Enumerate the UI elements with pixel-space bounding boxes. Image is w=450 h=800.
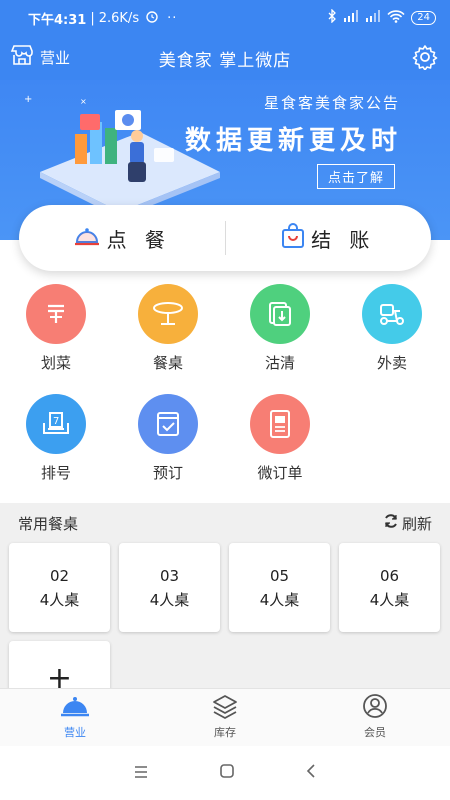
table-number: 06 [379,566,400,585]
queue-icon: 7 [26,394,86,454]
sold-out-icon [250,284,310,344]
svg-text:×: × [80,97,87,106]
cloche-icon [73,224,101,253]
grid-label-delivery: 外卖 [376,354,407,372]
status-icons: 24 [327,8,436,27]
banner-illustration: + × [24,94,220,218]
nav-item-inventory[interactable]: 库存 [150,689,300,746]
svg-text:7: 7 [53,416,59,427]
nav-item-member[interactable]: 会员 [300,689,450,746]
refresh-icon [383,513,399,533]
shopping-bag-icon [281,222,305,254]
home-icon[interactable] [219,763,235,784]
nav-label-inventory: 库存 [214,726,236,739]
cloche-nav-icon [60,693,90,722]
refresh-label: 刷新 [401,514,432,533]
scooter-icon [362,284,422,344]
signal-icon [343,10,359,26]
table-size: 4人桌 [259,590,300,609]
banner-headline: 数据更新更及时 [184,126,402,156]
grid-item-micro-order[interactable]: 微订单 [224,394,336,504]
battery-indicator: 24 [411,11,436,25]
wifi-icon [387,9,405,27]
status-time: 下午4:31 [28,12,87,28]
grid-label-queue: 排号 [40,464,71,482]
system-nav-bar [0,746,450,800]
layers-icon [211,693,239,722]
app-screen: 下午4:31 | 2.6K/s ·· 24 营业 美食家 掌上微店 + × 星食… [0,0,450,800]
grid-label-sold-out: 沽清 [264,354,295,372]
refresh-button[interactable]: 刷新 [383,513,432,534]
table-icon [138,284,198,344]
banner-learn-more-button[interactable]: 点击了解 [316,164,395,189]
nav-item-business[interactable]: 营业 [0,689,150,746]
order-button[interactable]: 点 餐 [19,224,225,253]
frequent-tables-header: 常用餐桌 刷新 [0,503,450,543]
grid-item-queue[interactable]: 7 排号 [0,394,112,504]
grid-item-reserve[interactable]: 预订 [112,394,224,504]
user-icon [362,693,388,722]
menu-icon[interactable] [133,763,149,784]
grid-item-sold-out[interactable]: 沽清 [224,284,336,394]
table-size: 4人桌 [39,590,80,609]
table-card-list: 02 4人桌 03 4人桌 05 4人桌 06 4人桌 [0,543,450,632]
frequent-tables-section: 常用餐桌 刷新 02 4人桌 03 4人桌 05 4人桌 06 4人桌 + [0,503,450,701]
grid-item-dish[interactable]: 划菜 [0,284,112,394]
table-card[interactable]: 06 4人桌 [339,543,440,632]
quick-action-card: 点 餐 结 账 [19,205,431,271]
table-size: 4人桌 [369,590,410,609]
business-button[interactable]: 营业 [10,44,70,70]
grid-row: 划菜 餐桌 沽清 外卖 [0,284,450,394]
table-card[interactable]: 02 4人桌 [9,543,110,632]
status-bar: 下午4:31 | 2.6K/s ·· 24 [0,0,450,36]
bluetooth-icon [327,8,337,27]
settings-button[interactable] [412,44,438,74]
gear-icon [412,45,438,74]
banner-subtitle: 星食客美食家公告 [263,94,400,112]
checkout-button[interactable]: 结 账 [226,222,432,254]
app-header: 营业 美食家 掌上微店 [0,36,450,80]
nav-label-business: 营业 [64,726,86,739]
table-card[interactable]: 05 4人桌 [229,543,330,632]
grid-label-reserve: 预订 [152,464,183,482]
order-label: 点 餐 [106,227,171,252]
function-grid: 划菜 餐桌 沽清 外卖 7 排号 预订 微订单 [0,284,450,504]
grid-label-micro-order: 微订单 [257,464,303,482]
table-number: 03 [159,566,180,585]
reserve-icon [138,394,198,454]
table-number: 02 [49,566,70,585]
frequent-tables-title: 常用餐桌 [18,514,79,533]
svg-text:+: + [24,94,32,105]
network-speed: 2.6K/s [98,10,140,26]
table-card[interactable]: 03 4人桌 [119,543,220,632]
grid-label-table: 餐桌 [152,354,183,372]
signal-icon-2 [365,10,381,26]
notification-dots: ·· [167,10,178,26]
nav-label-member: 会员 [364,726,386,739]
table-number: 05 [269,566,290,585]
checkout-label: 结 账 [311,227,376,252]
dish-icon [26,284,86,344]
grid-item-delivery[interactable]: 外卖 [336,284,448,394]
grid-label-dish: 划菜 [40,354,71,372]
alarm-icon [145,9,159,27]
bottom-nav: 营业 库存 会员 [0,688,450,746]
micro-order-icon [250,394,310,454]
business-label: 营业 [40,48,71,67]
store-icon [10,44,34,70]
grid-item-table[interactable]: 餐桌 [112,284,224,394]
status-separator: | [90,10,95,26]
grid-row: 7 排号 预订 微订单 [0,394,450,504]
back-icon[interactable] [305,763,317,784]
table-size: 4人桌 [149,590,190,609]
